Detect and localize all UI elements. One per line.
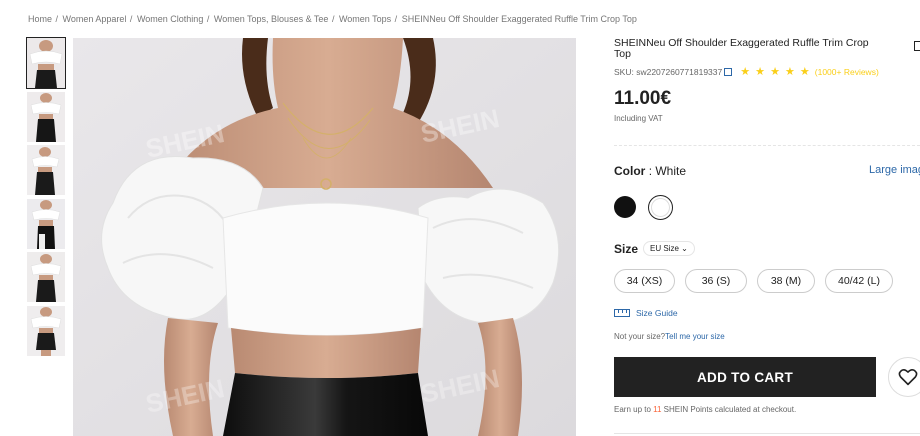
divider	[614, 433, 920, 434]
size-option-m[interactable]: 38 (M)	[757, 269, 815, 293]
color-value: : White	[648, 164, 687, 178]
thumbnail-5[interactable]	[27, 252, 65, 302]
points-prefix: Earn up to	[614, 405, 654, 414]
thumbnail-4[interactable]	[27, 198, 65, 249]
breadcrumb-women-apparel[interactable]: Women Apparel	[63, 14, 127, 24]
thumbnail-list	[26, 37, 66, 359]
size-option-xs[interactable]: 34 (XS)	[614, 269, 675, 293]
size-system-dropdown[interactable]: EU Size ⌄	[643, 241, 695, 256]
thumbnail-3[interactable]	[27, 145, 65, 195]
size-option-l[interactable]: 40/42 (L)	[825, 269, 893, 293]
sku-row: SKU: sw2207260771819337 ★ ★ ★ ★ ★ (1000+…	[614, 65, 920, 78]
size-row: Size EU Size ⌄	[614, 241, 695, 256]
tell-me-size-link[interactable]: Tell me your size	[665, 332, 725, 341]
share-icon[interactable]	[914, 41, 920, 51]
size-label: Size	[614, 241, 639, 256]
breadcrumb-women-tops[interactable]: Women Tops	[339, 14, 391, 24]
points-suffix: SHEIN Points calculated at checkout.	[661, 405, 797, 414]
thumbnail-2[interactable]	[27, 91, 65, 142]
wishlist-button[interactable]	[888, 357, 920, 397]
breadcrumb: Home / Women Apparel / Women Clothing / …	[28, 14, 637, 24]
breadcrumb-current: SHEINNeu Off Shoulder Exaggerated Ruffle…	[401, 14, 637, 24]
heart-icon	[898, 369, 918, 386]
swatch-white[interactable]	[648, 195, 673, 220]
not-your-size-text: Not your size?	[614, 332, 666, 341]
thumbnail-6[interactable]	[27, 305, 65, 356]
breadcrumb-home[interactable]: Home	[28, 14, 52, 24]
main-product-image[interactable]: SHEIN SHEIN SHEIN SHEIN	[73, 38, 576, 436]
size-guide-label: Size Guide	[636, 308, 678, 318]
size-guide-link[interactable]: Size Guide	[614, 308, 678, 318]
sku-text: SKU: sw2207260771819337	[614, 66, 723, 77]
large-image-link[interactable]: Large imag	[869, 164, 920, 176]
points-note: Earn up to 11 SHEIN Points calculated at…	[614, 405, 796, 414]
size-options: 34 (XS) 36 (S) 38 (M) 40/42 (L)	[614, 269, 893, 293]
size-option-s[interactable]: 36 (S)	[685, 269, 747, 293]
vat-note: Including VAT	[614, 114, 663, 123]
not-your-size: Not your size?Tell me your size	[614, 332, 725, 341]
rating-stars-icon: ★ ★ ★ ★ ★	[740, 66, 811, 78]
swatch-black[interactable]	[614, 196, 636, 218]
breadcrumb-women-tops-blouses[interactable]: Women Tops, Blouses & Tee	[214, 14, 329, 24]
ruler-icon	[614, 309, 630, 317]
color-label: Color	[614, 164, 646, 178]
add-to-cart-button[interactable]: ADD TO CART	[614, 357, 876, 397]
thumbnail-1[interactable]	[26, 37, 66, 89]
price: 11.00€	[614, 88, 672, 109]
copy-icon[interactable]	[724, 67, 733, 76]
color-row: Color : White Large imag	[614, 164, 920, 178]
product-info: SHEINNeu Off Shoulder Exaggerated Ruffle…	[614, 37, 920, 434]
color-swatches	[614, 195, 673, 220]
breadcrumb-women-clothing[interactable]: Women Clothing	[137, 14, 203, 24]
product-title: SHEINNeu Off Shoulder Exaggerated Ruffle…	[614, 37, 869, 60]
reviews-link[interactable]: (1000+ Reviews)	[815, 67, 879, 77]
divider	[614, 145, 920, 146]
product-page: Home / Women Apparel / Women Clothing / …	[0, 0, 920, 436]
